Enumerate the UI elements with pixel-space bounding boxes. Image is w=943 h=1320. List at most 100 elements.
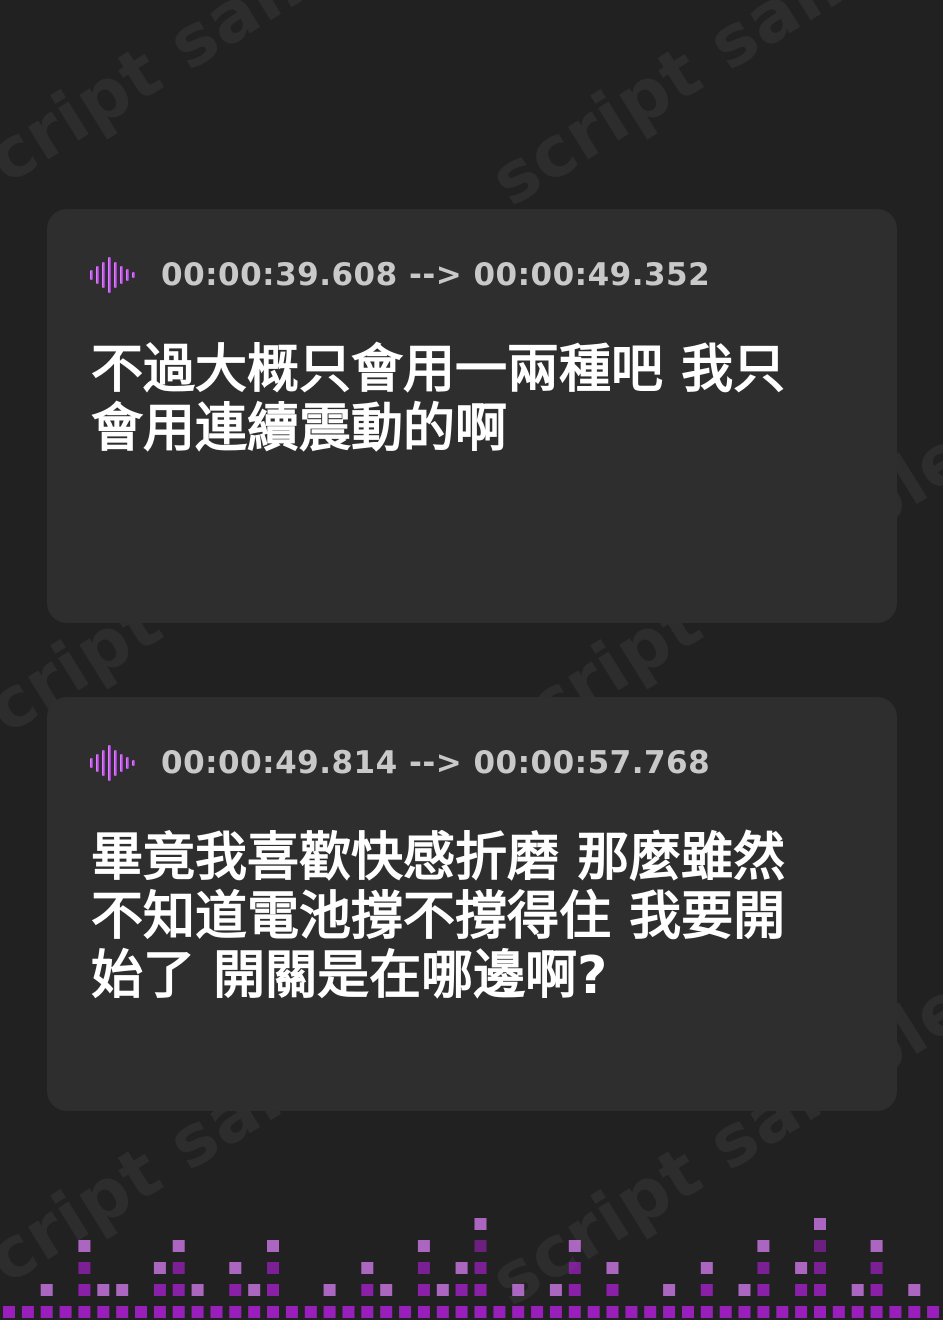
equalizer-block	[663, 1306, 676, 1318]
equalizer-block	[663, 1284, 676, 1296]
equalizer-block	[776, 1306, 789, 1318]
equalizer-block	[116, 1284, 129, 1296]
equalizer-block	[59, 1306, 72, 1318]
equalizer-block	[455, 1262, 468, 1274]
timestamp: 00:00:49.814 --> 00:00:57.768	[161, 745, 711, 781]
equalizer-block	[795, 1262, 808, 1274]
equalizer-block	[455, 1284, 468, 1296]
equalizer-block	[97, 1284, 110, 1296]
equalizer-block	[757, 1240, 770, 1252]
equalizer-block	[832, 1306, 845, 1318]
equalizer-block	[757, 1306, 770, 1318]
equalizer-block	[21, 1306, 34, 1318]
equalizer-block	[568, 1262, 581, 1274]
equalizer-block	[267, 1284, 279, 1296]
subtitle-text: 畢竟我喜歡快感折磨 那麼雖然 不知道電池撐不撐得住 我要開 始了 開關是在哪邊啊…	[91, 828, 786, 1006]
equalizer-block	[814, 1262, 826, 1274]
equalizer-block	[172, 1262, 185, 1274]
equalizer-block	[191, 1306, 204, 1318]
equalizer-block	[851, 1306, 864, 1318]
equalizer-block	[606, 1306, 619, 1318]
equalizer-block	[549, 1284, 562, 1296]
equalizer-block	[78, 1284, 91, 1296]
equalizer-block	[361, 1262, 374, 1274]
equalizer-block	[285, 1306, 298, 1318]
equalizer-block	[97, 1306, 110, 1318]
equalizer-block	[172, 1240, 185, 1252]
equalizer-block	[512, 1284, 525, 1296]
equalizer-block	[757, 1284, 770, 1296]
equalizer-block	[342, 1306, 355, 1318]
equalizer-block	[644, 1306, 657, 1318]
equalizer-block	[700, 1262, 713, 1274]
equalizer-block	[568, 1240, 581, 1252]
equalizer-block	[568, 1306, 581, 1318]
equalizer-block	[870, 1262, 883, 1274]
equalizer-block	[738, 1284, 751, 1296]
equalizer-block	[191, 1284, 204, 1296]
equalizer-block	[304, 1306, 317, 1318]
equalizer-block	[757, 1262, 770, 1274]
equalizer-block	[78, 1240, 91, 1252]
equalizer-block	[417, 1306, 430, 1318]
equalizer-block	[814, 1306, 826, 1318]
equalizer-block	[795, 1306, 808, 1318]
equalizer-block	[248, 1284, 261, 1296]
equalizer-block	[474, 1218, 487, 1230]
equalizer-block	[153, 1306, 166, 1318]
equalizer-block	[436, 1284, 449, 1296]
equalizer-decoration	[3, 1218, 940, 1318]
watermark: script sample	[476, 0, 943, 222]
equalizer-block	[474, 1240, 487, 1252]
equalizer-block	[606, 1284, 619, 1296]
equalizer-block	[549, 1306, 562, 1318]
equalizer-block	[40, 1284, 53, 1296]
equalizer-block	[399, 1306, 412, 1318]
equalizer-block	[78, 1306, 91, 1318]
equalizer-block	[361, 1306, 374, 1318]
equalizer-block	[738, 1306, 751, 1318]
subtitle-card: 00:00:49.814 --> 00:00:57.768 畢竟我喜歡快感折磨 …	[47, 697, 897, 1111]
equalizer-block	[927, 1306, 940, 1318]
subtitle-text: 不過大概只會用一兩種吧 我只 會用連續震動的啊	[91, 340, 786, 459]
equalizer-block	[153, 1262, 166, 1274]
subtitle-card: 00:00:39.608 --> 00:00:49.352 不過大概只會用一兩種…	[47, 209, 897, 623]
equalizer-block	[3, 1306, 15, 1318]
equalizer-block	[210, 1306, 223, 1318]
equalizer-block	[814, 1284, 826, 1296]
equalizer-block	[625, 1306, 638, 1318]
equalizer-block	[248, 1306, 261, 1318]
equalizer-block	[889, 1306, 902, 1318]
equalizer-block	[417, 1262, 430, 1274]
equalizer-block	[719, 1306, 732, 1318]
equalizer-block	[40, 1306, 53, 1318]
equalizer-block	[795, 1284, 808, 1296]
equalizer-block	[474, 1306, 487, 1318]
equalizer-block	[908, 1284, 921, 1296]
equalizer-block	[153, 1284, 166, 1296]
equalizer-block	[568, 1284, 581, 1296]
timestamp-row: 00:00:39.608 --> 00:00:49.352	[89, 255, 710, 295]
equalizer-block	[172, 1306, 185, 1318]
equalizer-block	[870, 1240, 883, 1252]
equalizer-block	[229, 1306, 242, 1318]
equalizer-block	[531, 1306, 544, 1318]
equalizer-block	[512, 1306, 525, 1318]
equalizer-block	[267, 1240, 279, 1252]
timestamp: 00:00:39.608 --> 00:00:49.352	[161, 257, 711, 293]
equalizer-block	[493, 1306, 506, 1318]
audio-wave-icon	[90, 257, 135, 293]
equalizer-block	[380, 1284, 393, 1296]
equalizer-block	[814, 1218, 826, 1230]
audio-wave-icon	[90, 745, 135, 781]
equalizer-block	[700, 1306, 713, 1318]
equalizer-block	[116, 1306, 129, 1318]
equalizer-block	[474, 1262, 487, 1274]
equalizer-block	[700, 1284, 713, 1296]
equalizer-block	[682, 1306, 694, 1318]
equalizer-block	[135, 1306, 147, 1318]
equalizer-block	[267, 1262, 279, 1274]
equalizer-block	[908, 1306, 921, 1318]
watermark-layer: script sample script sample script sampl…	[0, 0, 943, 1320]
equalizer-block	[417, 1284, 430, 1296]
